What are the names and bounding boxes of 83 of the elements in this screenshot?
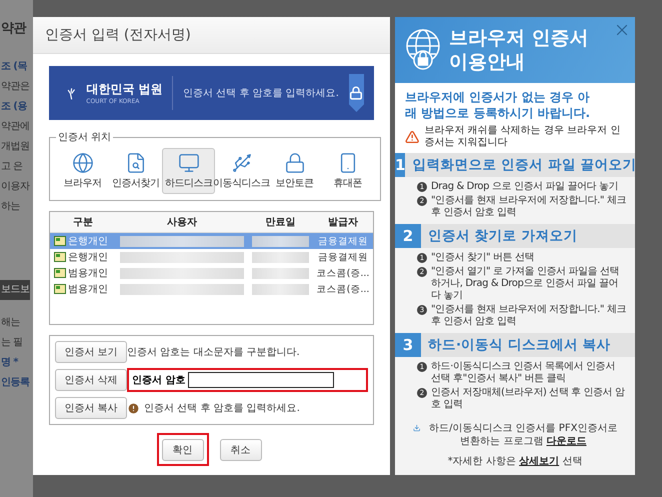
certificate-icon: [54, 252, 66, 262]
download-icon: [413, 422, 421, 434]
background-text: 고 은: [0, 160, 22, 174]
hint-text: 인증서 선택 후 암호를 입력하세요.: [144, 402, 300, 415]
background-text: 조 (용: [0, 100, 27, 114]
certificate-row[interactable]: 은행개인 금융결제원: [50, 249, 373, 265]
section-number: 3: [395, 333, 421, 357]
step-text: "인증서 열기" 로 가져올 인증서 파일을 선택 하거나, Drag & Drop으로 인증서 파일 끌어다 놓기: [431, 266, 620, 302]
guide-title: 브라우저 인증서: [449, 26, 589, 50]
alert-icon: [127, 402, 140, 414]
location-option[interactable]: 인증서찾기: [109, 148, 162, 194]
step-text: Drag & Drop 으로 인증서 파일 끌어다 놓기: [431, 181, 618, 193]
location-option[interactable]: 이동식디스크: [215, 148, 268, 194]
step-text: "인증서를 현재 브라우저에 저장합니다." 체크 후 인증서 암호 입력: [431, 195, 627, 219]
table-cell: 은행개인: [50, 250, 116, 264]
table-cell-text: 금융결제원: [317, 250, 369, 264]
table-cell: 범용개인: [50, 282, 116, 296]
column-header: 구분: [72, 216, 94, 229]
download-text: 하드/이동식디스크 인증서를 PFX인증서로 변환하는 프로그램 다운로드: [428, 422, 618, 448]
redacted-block: [252, 268, 309, 278]
table-cell-text: 코스콤(증...: [316, 266, 370, 280]
redacted-block: [252, 236, 309, 246]
certificate-icon: [54, 284, 66, 294]
section-title: 인증서 찾기로 가져오기: [427, 227, 578, 246]
warning-text: 브라우저 캐쉬를 삭제하는 경우 브라우저 인증서는 지워집니다: [424, 125, 622, 149]
background-text: 약관은: [0, 80, 30, 94]
column-header: 만료일: [264, 216, 296, 229]
redacted-block: [252, 284, 309, 294]
case-note: 인증서 암호는 대소문자를 구분합니다.: [127, 346, 301, 359]
certificate-icon: [54, 268, 66, 278]
shield-lock-icon: [348, 74, 364, 112]
section-title: 입력화면으로 인증서 파일 끌어오기: [411, 156, 637, 175]
delete-certificate-button[interactable]: 인증서 삭제: [55, 369, 127, 391]
background-text: 조 (목: [0, 60, 27, 74]
certificate-icon: [54, 236, 66, 246]
background-text: 개법원: [0, 140, 30, 154]
background-text: 해는: [0, 316, 20, 330]
dialog-title: 인증서 입력 (전자서명): [33, 17, 390, 54]
background-text: 는 필: [0, 336, 22, 350]
background-text: 하는: [0, 200, 20, 214]
certificate-row[interactable]: 범용개인 코스콤(증...: [50, 265, 373, 281]
location-option[interactable]: 브라우저: [56, 148, 109, 194]
background-text: 약관: [0, 22, 26, 36]
section-title: 하드·이동식 디스크에서 복사: [427, 336, 611, 355]
step-text: "인증서를 현재 브라우저에 저장합니다." 체크 후 인증서 암호 입력: [431, 304, 627, 328]
certificate-row[interactable]: 범용개인 코스콤(증...: [50, 281, 373, 297]
table-cell-text: 코스콤(증...: [316, 282, 370, 296]
download-link[interactable]: 다운로드: [546, 436, 586, 447]
detail-link[interactable]: 상세보기: [519, 456, 560, 467]
table-cell: 범용개인: [50, 266, 116, 280]
column-header: 발급자: [327, 216, 359, 229]
group-legend: 인증서 위치: [56, 130, 114, 144]
section-number: 1: [395, 153, 406, 177]
step-text: "인증서 찾기" 버튼 선택: [431, 252, 534, 264]
location-option[interactable]: 휴대폰: [321, 148, 374, 194]
detail-text: *자세한 사항은 상세보기 선택: [446, 455, 584, 468]
redacted-block: [252, 252, 309, 262]
password-label: 인증서 암호: [132, 374, 186, 387]
globe-icon: [72, 152, 94, 174]
lock-icon: [284, 152, 306, 174]
section-number: 2: [395, 224, 421, 248]
view-certificate-button[interactable]: 인증서 보기: [55, 341, 127, 363]
password-field[interactable]: [188, 372, 334, 388]
table-cell: 은행개인: [50, 234, 116, 248]
usb-icon: [230, 152, 252, 174]
table-cell-text: 금융결제원: [317, 234, 369, 248]
banner-message: 인증서 선택 후 암호를 입력하세요.: [183, 87, 339, 100]
location-option[interactable]: 하드디스크: [162, 148, 215, 194]
background-text: 보드보: [0, 280, 30, 300]
guide-subtitle: 브라우저에 인증서가 없는 경우 아래 방법으로 등록하시기 바랍니다.: [405, 89, 592, 121]
dialog-button[interactable]: 취소: [220, 439, 262, 461]
monitor-icon: [178, 152, 200, 174]
background-text: 약관에: [0, 120, 30, 134]
copy-certificate-button[interactable]: 인증서 복사: [55, 397, 127, 419]
logo-text: 대한민국 법원: [86, 81, 162, 98]
step-text: 하드·이동식디스크 인증서 목록에서 인증서 선택 후"인증서 복사" 버튼 클릭: [431, 361, 616, 385]
column-header: 사용자: [166, 216, 198, 229]
background-text: 명 *: [0, 356, 18, 370]
dialog-button[interactable]: 확인: [162, 439, 204, 461]
background-text: 인등록: [0, 376, 30, 390]
step-text: 인증서 저장매체(브라우저) 선택 후 인증서 암호 입력: [431, 387, 626, 411]
background-text: 이용자: [0, 180, 30, 194]
guide-title: 이용안내: [449, 50, 526, 74]
